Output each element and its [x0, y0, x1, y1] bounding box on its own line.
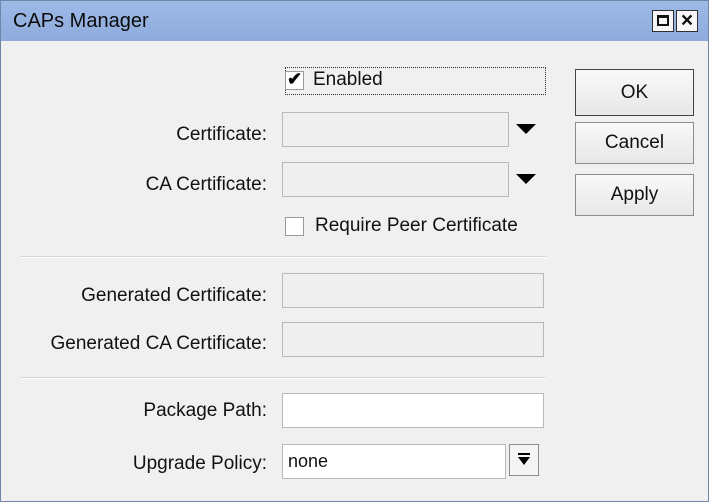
- generated-certificate-field: [282, 273, 544, 308]
- generated-ca-certificate-label: Generated CA Certificate:: [50, 333, 268, 354]
- form-area: ✔ Enabled Certificate: CA Certificate: R…: [9, 45, 704, 495]
- maximize-button[interactable]: [652, 10, 674, 32]
- certificate-field[interactable]: [282, 112, 509, 147]
- ca-certificate-field[interactable]: [282, 162, 509, 197]
- enabled-checkbox[interactable]: ✔: [285, 69, 304, 90]
- close-button[interactable]: ×: [676, 10, 698, 32]
- title-bar[interactable]: CAPs Manager ×: [1, 1, 708, 41]
- require-peer-certificate-checkbox[interactable]: [285, 217, 304, 236]
- maximize-icon: [657, 15, 669, 26]
- checkmark-icon: ✔: [287, 69, 303, 89]
- generated-ca-certificate-field: [282, 322, 544, 357]
- package-path-label: Package Path:: [143, 400, 267, 421]
- require-peer-certificate-label: Require Peer Certificate: [315, 215, 518, 236]
- cancel-button[interactable]: Cancel: [575, 122, 694, 164]
- upgrade-policy-value: none: [288, 451, 329, 471]
- ca-certificate-dropdown-icon[interactable]: [516, 174, 536, 184]
- ok-button[interactable]: OK: [575, 69, 694, 116]
- upgrade-policy-label: Upgrade Policy:: [132, 453, 267, 474]
- enabled-label: Enabled: [313, 69, 383, 90]
- separator: [21, 377, 546, 379]
- apply-button[interactable]: Apply: [575, 174, 694, 216]
- certificate-dropdown-icon[interactable]: [516, 124, 536, 134]
- separator: [21, 256, 546, 258]
- window-title: CAPs Manager: [13, 10, 149, 32]
- upgrade-policy-dropdown-button[interactable]: [509, 444, 539, 476]
- arrow-down-bar-icon: [518, 453, 530, 467]
- ca-certificate-label: CA Certificate:: [145, 174, 267, 195]
- generated-certificate-label: Generated Certificate:: [81, 285, 267, 306]
- certificate-label: Certificate:: [176, 124, 267, 145]
- upgrade-policy-select[interactable]: none: [282, 444, 506, 479]
- package-path-input[interactable]: [282, 393, 544, 428]
- close-icon: ×: [680, 9, 694, 32]
- caps-manager-window: CAPs Manager × ✔ Enabled Certificate: CA…: [0, 0, 709, 502]
